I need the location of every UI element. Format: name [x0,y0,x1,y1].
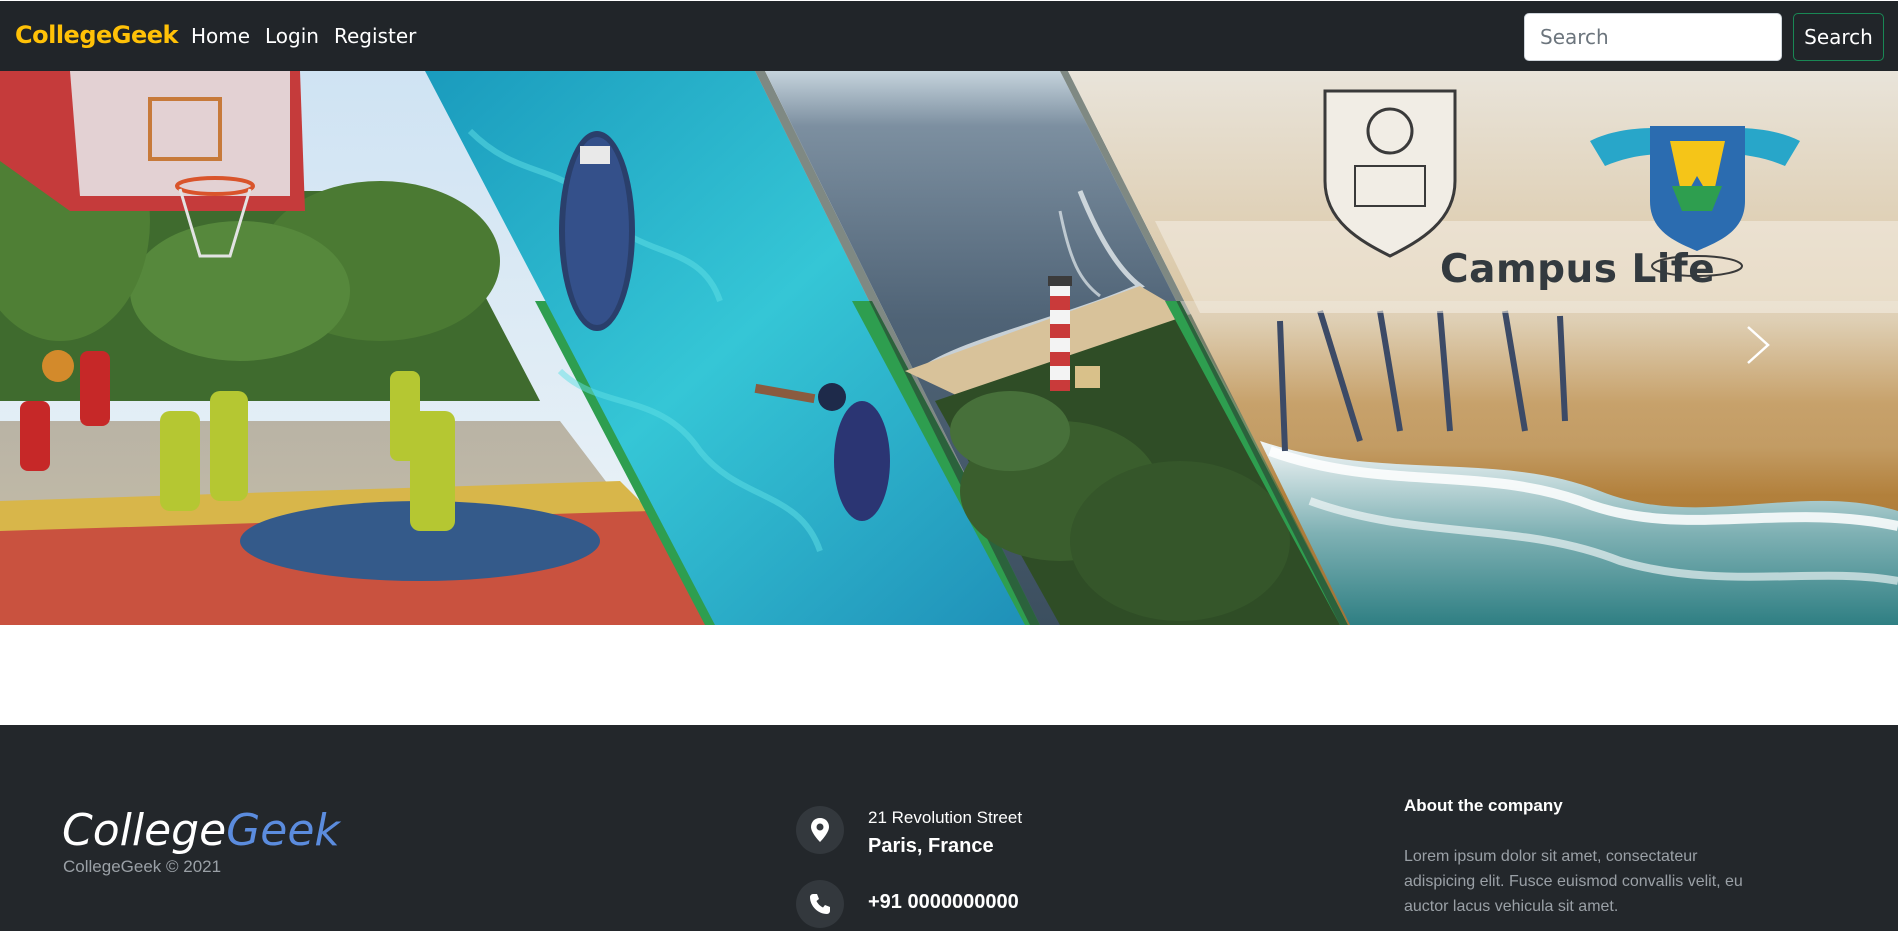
hero-carousel: Campus Life [0,71,1898,625]
footer: CollegeGeek CollegeGeek © 2021 21 Revolu… [0,725,1898,931]
footer-copyright: CollegeGeek © 2021 [63,857,222,876]
location-pin-icon [796,806,844,854]
search-button[interactable]: Search [1793,13,1884,61]
search-input[interactable] [1524,13,1782,61]
phone-icon [796,880,844,928]
footer-about-text: Lorem ipsum dolor sit amet, consectateur… [1404,848,1743,915]
chevron-right-icon[interactable] [1738,323,1778,367]
hero-title: Campus Life [1440,247,1716,292]
footer-logo-part2: Geek [226,805,340,856]
footer-logo: CollegeGeek [62,805,340,856]
footer-about-title: About the company [1404,796,1563,815]
footer-phone: +91 0000000000 [868,891,1019,913]
top-navbar: CollegeGeek Home Login Register Search [0,0,1898,71]
hero-collage-image [0,71,1898,625]
brand-logo[interactable]: CollegeGeek [15,21,179,49]
footer-address-line2: Paris, France [868,835,994,857]
footer-logo-part1: College [62,805,227,856]
nav-home-link[interactable]: Home [191,24,250,48]
footer-address-line1: 21 Revolution Street [868,808,1023,827]
nav-register-link[interactable]: Register [334,24,416,48]
nav-login-link[interactable]: Login [265,24,319,48]
